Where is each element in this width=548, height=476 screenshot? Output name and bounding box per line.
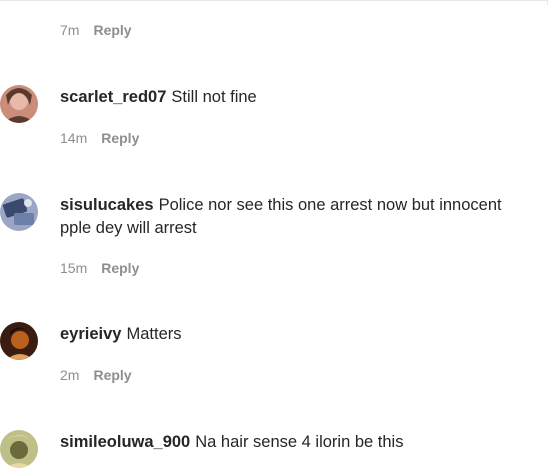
avatar[interactable] — [0, 430, 38, 468]
comment-time: 7m — [60, 22, 80, 38]
comment-body: Na hair sense 4 ilorin be this — [195, 433, 404, 451]
comment-time: 2m — [60, 367, 80, 383]
comment-username[interactable]: sisulucakes — [60, 196, 154, 214]
reply-button[interactable]: Reply — [101, 260, 139, 276]
comment-time: 14m — [60, 130, 88, 146]
comment-username[interactable]: eyrieivy — [60, 325, 121, 343]
avatar-image — [0, 322, 38, 360]
avatar[interactable] — [0, 322, 38, 360]
comment-meta-top: 7m Reply — [60, 22, 132, 38]
comment-meta: 2m Reply — [60, 367, 132, 383]
reply-button[interactable]: Reply — [93, 367, 131, 383]
comments-panel: 7m Reply scarlet_red07 Still not fine 14m… — [0, 0, 548, 476]
avatar-image — [0, 193, 38, 231]
panel-border — [0, 0, 548, 5]
avatar[interactable] — [0, 85, 38, 123]
comment-username[interactable]: scarlet_red07 — [60, 88, 166, 106]
comment-text-block: simileoluwa_900 Na hair sense 4 ilorin be… — [60, 431, 530, 454]
comment-body: Still not fine — [171, 88, 257, 106]
comment-meta: 14m Reply — [60, 130, 139, 146]
avatar[interactable] — [0, 193, 38, 231]
comment-username[interactable]: simileoluwa_900 — [60, 433, 190, 451]
reply-button[interactable]: Reply — [93, 22, 131, 38]
comment-time: 15m — [60, 260, 88, 276]
comment-text-block: sisulucakes Police nor see this one arres… — [60, 194, 530, 240]
comment-text-block: eyrieivy Matters — [60, 323, 530, 346]
avatar-image — [0, 430, 38, 468]
reply-button[interactable]: Reply — [101, 130, 139, 146]
comment-meta: 15m Reply — [60, 260, 139, 276]
comment-body: Matters — [126, 325, 182, 343]
comment-text-block: scarlet_red07 Still not fine — [60, 86, 530, 109]
avatar-image — [0, 85, 38, 123]
